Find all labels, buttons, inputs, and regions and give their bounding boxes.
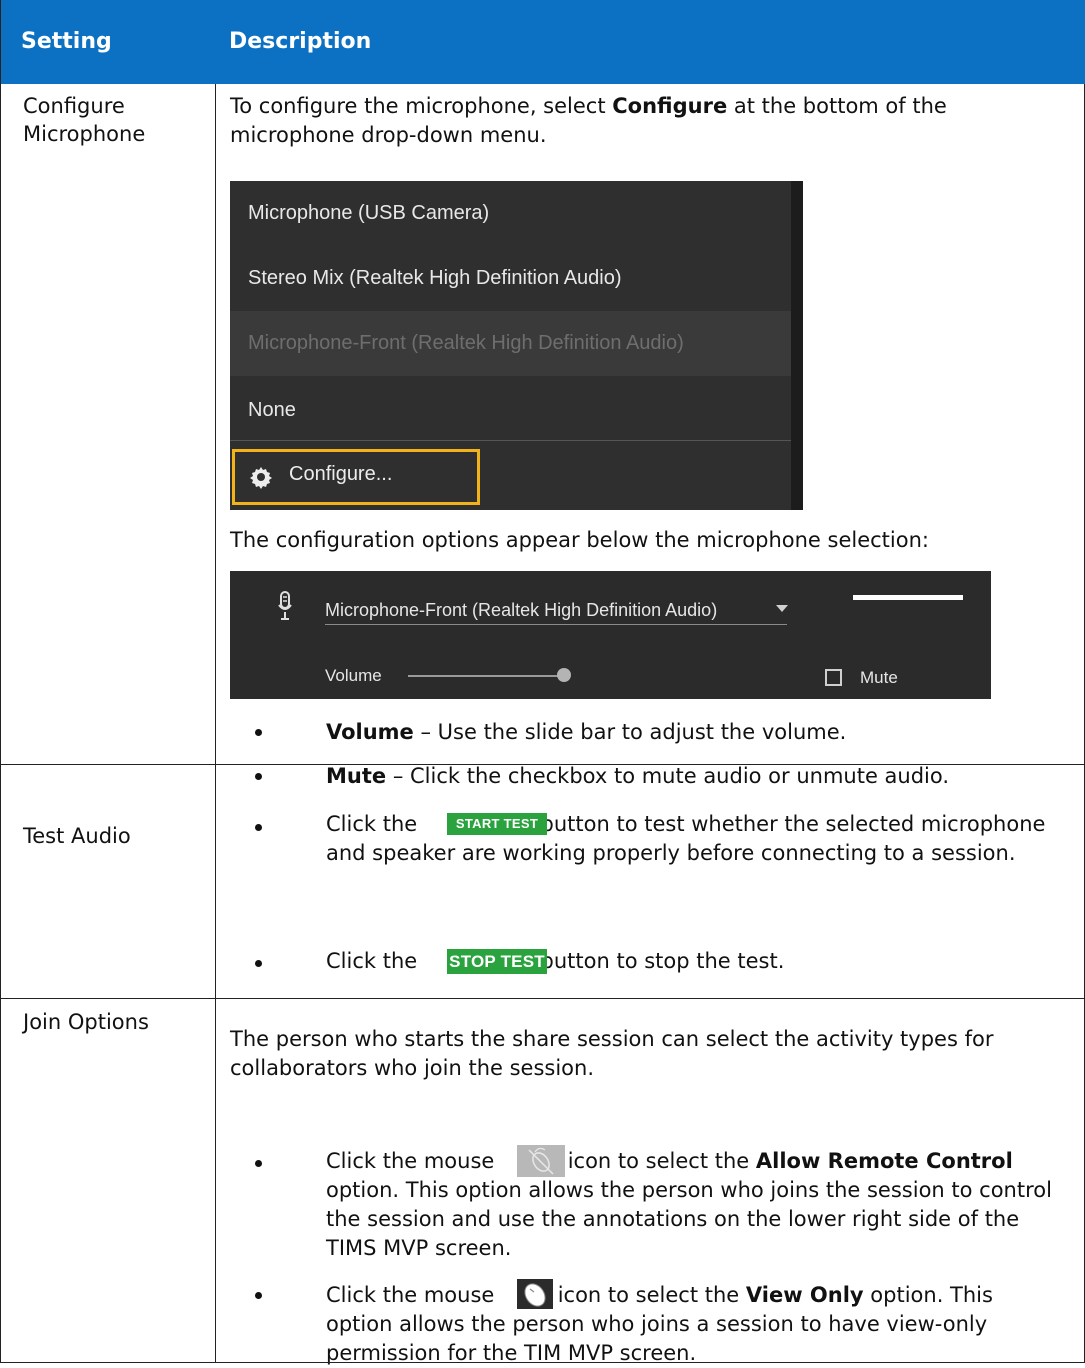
setting-configure-microphone: Configure Microphone <box>23 94 146 146</box>
mute-label: Mute <box>860 668 898 687</box>
config-caption: The configuration options appear below t… <box>230 528 929 552</box>
mic-option-none[interactable]: None <box>230 378 791 443</box>
configure-intro: To configure the microphone, select Conf… <box>230 94 947 147</box>
volume-slider[interactable] <box>408 675 564 677</box>
mic-option-usb-camera[interactable]: Microphone (USB Camera) <box>230 181 791 246</box>
bullet <box>255 960 262 967</box>
stop-test-button[interactable]: STOP TEST <box>447 949 547 974</box>
mic-option-stereo-mix[interactable]: Stereo Mix (Realtek High Definition Audi… <box>230 246 791 311</box>
column-divider <box>215 84 216 1363</box>
join-intro: The person who starts the share session … <box>230 1027 994 1080</box>
bullet-volume: Volume – Use the slide bar to adjust the… <box>326 720 847 744</box>
audio-level-meter <box>853 595 963 600</box>
bullet-mute: Mute – Click the checkbox to mute audio … <box>326 764 950 788</box>
mute-checkbox[interactable] <box>825 669 842 686</box>
bullet <box>255 824 262 831</box>
header-setting: Setting <box>21 29 112 54</box>
mouse-icon[interactable] <box>517 1279 553 1309</box>
setting-join-options: Join Options <box>23 1010 149 1034</box>
bullet <box>255 1160 262 1167</box>
row-divider <box>1 998 1085 999</box>
dropdown-scrollbar[interactable] <box>791 181 803 510</box>
microphone-icon <box>278 591 292 620</box>
microphone-select[interactable]: Microphone-Front (Realtek High Definitio… <box>325 600 717 621</box>
bullet <box>255 773 262 780</box>
bullet-start-test: Click the button to test whether the sel… <box>326 812 1046 865</box>
header-description: Description <box>229 29 372 54</box>
bullet <box>255 1292 262 1299</box>
setting-test-audio: Test Audio <box>23 824 131 848</box>
start-test-button[interactable]: START TEST <box>447 813 547 835</box>
bullet-allow-remote: Click the mouse icon to select the Allow… <box>326 1149 1052 1260</box>
dropdown-separator <box>230 440 791 441</box>
bullet <box>255 729 262 736</box>
volume-slider-thumb[interactable] <box>557 668 571 682</box>
chevron-down-icon[interactable] <box>776 605 788 612</box>
bullet-stop-test: Click the button to stop the test. <box>326 949 785 973</box>
volume-label: Volume <box>325 666 382 685</box>
select-underline <box>325 624 787 625</box>
mic-option-front: Microphone-Front (Realtek High Definitio… <box>230 311 791 376</box>
bullet-view-only: Click the mouse icon to select the View … <box>326 1283 993 1365</box>
mouse-crossed-icon[interactable] <box>517 1145 565 1177</box>
configure-highlight <box>232 449 480 505</box>
settings-table: Setting Description Configure Microphone… <box>0 0 1085 1365</box>
table-header: Setting Description <box>1 0 1085 84</box>
